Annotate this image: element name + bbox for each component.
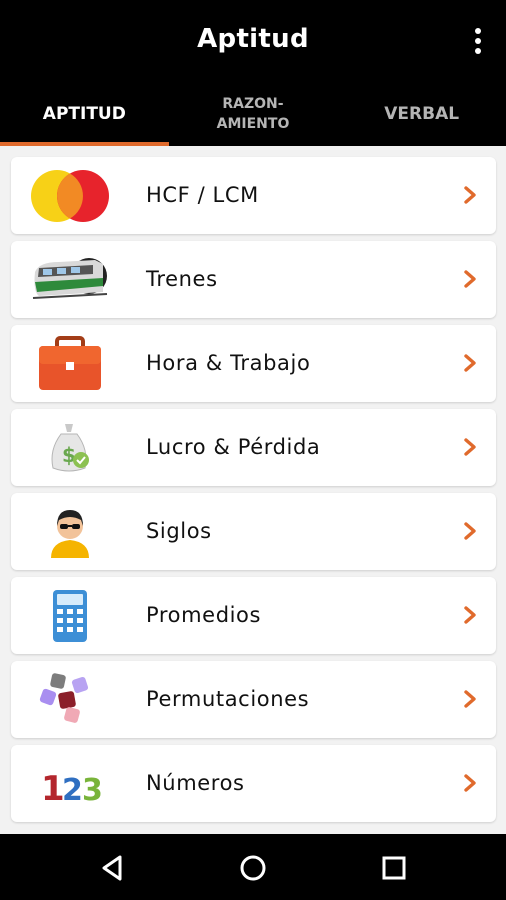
home-icon[interactable]	[236, 851, 270, 885]
train-icon	[29, 249, 111, 311]
chevron-right-icon	[464, 522, 476, 540]
list-item-label: Hora & Trabajo	[146, 351, 311, 375]
topic-list: HCF / LCM Trenes Hora & Trabajo $ Lucro …	[0, 146, 506, 834]
money-bag-icon: $	[29, 417, 111, 479]
system-navigation-bar	[0, 834, 506, 900]
svg-text:3: 3	[82, 773, 103, 808]
calculator-icon	[29, 585, 111, 647]
list-item-hora-trabajo[interactable]: Hora & Trabajo	[11, 325, 496, 402]
tab-label: RAZON- AMIENTO	[216, 96, 290, 132]
chevron-right-icon	[464, 354, 476, 372]
list-item-siglos[interactable]: Siglos	[11, 493, 496, 570]
chevron-right-icon	[464, 774, 476, 792]
numbers-123-icon: 1 2 3	[29, 753, 111, 815]
app-title: Aptitud	[197, 24, 309, 54]
list-item-promedios[interactable]: Promedios	[11, 577, 496, 654]
list-item-permutaciones[interactable]: Permutaciones	[11, 661, 496, 738]
list-item-lucro-perdida[interactable]: $ Lucro & Pérdida	[11, 409, 496, 486]
svg-text:2: 2	[62, 773, 83, 808]
list-item-label: Permutaciones	[146, 687, 310, 711]
chevron-right-icon	[464, 438, 476, 456]
tab-verbal[interactable]: VERBAL	[337, 82, 506, 146]
back-icon[interactable]	[96, 851, 130, 885]
tab-label: VERBAL	[384, 104, 460, 124]
briefcase-icon	[29, 333, 111, 395]
chevron-right-icon	[464, 606, 476, 624]
list-item-hcf-lcm[interactable]: HCF / LCM	[11, 157, 496, 234]
list-item-label: Siglos	[146, 519, 212, 543]
chevron-right-icon	[464, 270, 476, 288]
person-sunglasses-icon	[29, 501, 111, 563]
list-item-trenes[interactable]: Trenes	[11, 241, 496, 318]
list-item-label: Números	[146, 771, 245, 795]
app-bar: Aptitud	[0, 0, 506, 82]
puzzle-pieces-icon	[29, 669, 111, 731]
list-item-label: Lucro & Pérdida	[146, 435, 321, 459]
tab-bar: APTITUD RAZON- AMIENTO VERBAL	[0, 82, 506, 146]
list-item-label: Promedios	[146, 603, 262, 627]
chevron-right-icon	[464, 690, 476, 708]
list-item-numeros[interactable]: 1 2 3 Números	[11, 745, 496, 822]
overlapping-circles-icon	[29, 165, 111, 227]
tab-razonamiento[interactable]: RAZON- AMIENTO	[169, 82, 338, 146]
recents-icon[interactable]	[377, 851, 411, 885]
tab-label: APTITUD	[42, 104, 126, 124]
more-options-icon[interactable]	[472, 28, 484, 54]
chevron-right-icon	[464, 186, 476, 204]
list-item-label: HCF / LCM	[146, 183, 259, 207]
tab-aptitud[interactable]: APTITUD	[0, 82, 169, 146]
list-item-label: Trenes	[146, 267, 218, 291]
